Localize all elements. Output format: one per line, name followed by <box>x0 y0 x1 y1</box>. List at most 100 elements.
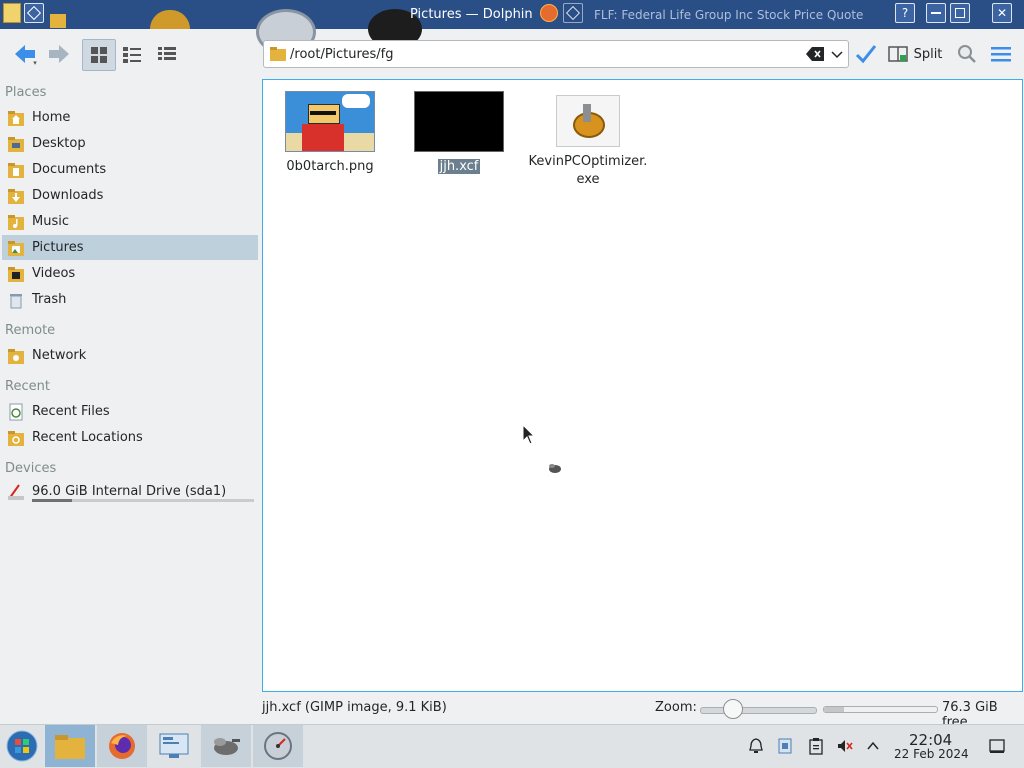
forward-arrow-icon <box>49 45 69 63</box>
desktop-folder-icon <box>50 14 66 28</box>
sidebar-item-label: Recent Locations <box>32 430 143 445</box>
videos-folder-icon <box>8 266 24 282</box>
executable-icon <box>556 95 620 147</box>
sidebar-item-pictures[interactable]: Pictures <box>2 235 258 260</box>
file-name: jjh.xcf <box>437 159 481 174</box>
places-header: Places <box>5 85 47 100</box>
sidebar-item-recent-locations[interactable]: Recent Locations <box>2 425 258 450</box>
recent-locations-icon <box>8 430 24 446</box>
clock-date[interactable]: 22 Feb 2024 <box>894 747 969 761</box>
network-folder-icon <box>8 348 24 364</box>
close-icon: ✕ <box>996 6 1008 20</box>
image-thumbnail <box>285 91 375 152</box>
sidebar-item-network[interactable]: Network <box>2 343 258 368</box>
window-menu-icon[interactable] <box>3 3 21 23</box>
start-menu-button[interactable] <box>0 725 44 767</box>
clipboard-app-icon[interactable] <box>776 737 794 755</box>
show-desktop-icon[interactable] <box>988 737 1006 755</box>
file-item-selected[interactable]: jjh.xcf <box>399 91 519 176</box>
back-history-dropdown[interactable]: ▾ <box>31 58 39 68</box>
chevron-down-icon[interactable] <box>830 45 844 63</box>
taskbar-gimp[interactable] <box>201 725 251 767</box>
close-button[interactable]: ✕ <box>992 3 1012 23</box>
taskbar-firefox[interactable] <box>97 725 147 767</box>
selection-info: jjh.xcf (GIMP image, 9.1 KiB) <box>262 700 447 715</box>
sidebar-item-label: Home <box>32 110 71 125</box>
gimp-icon <box>214 738 240 755</box>
sidebar-item-label: Desktop <box>32 136 86 151</box>
windows-logo-icon <box>6 730 38 762</box>
sidebar-item-label: Music <box>32 214 69 229</box>
file-item[interactable]: 0b0tarch.png <box>270 91 390 176</box>
taskbar-speedometer-app[interactable] <box>253 725 303 767</box>
sidebar-item-trash[interactable]: Trash <box>2 287 258 312</box>
gear-logo-icon <box>150 10 190 29</box>
sidebar-item-label: Recent Files <box>32 404 110 419</box>
notifications-icon[interactable] <box>747 737 765 755</box>
icons-view-button[interactable] <box>82 39 116 71</box>
system-settings-icon <box>159 733 189 758</box>
sidebar-item-label: Downloads <box>32 188 104 203</box>
maximize-button[interactable] <box>950 3 970 23</box>
chevron-up-icon[interactable] <box>864 737 882 755</box>
sidebar-item-documents[interactable]: Documents <box>2 157 258 182</box>
minimize-button[interactable] <box>926 3 946 23</box>
split-label: Split <box>913 46 943 62</box>
location-path[interactable]: /root/Pictures/fg <box>290 47 394 62</box>
sidebar-item-label: Pictures <box>32 240 84 255</box>
sidebar-item-label: Videos <box>32 266 76 281</box>
file-name-line1: KevinPCOptimizer. <box>528 154 648 169</box>
taskbar-system-settings[interactable] <box>149 725 199 767</box>
pictures-folder-icon <box>8 240 24 256</box>
home-folder-icon <box>8 110 24 126</box>
zoom-slider-handle[interactable] <box>723 699 743 719</box>
details-view-button[interactable] <box>153 39 181 69</box>
search-button[interactable] <box>955 39 979 69</box>
compact-view-button[interactable] <box>118 39 146 69</box>
clipboard-icon[interactable] <box>807 737 825 755</box>
help-button[interactable]: ? <box>895 3 915 23</box>
split-view-icon <box>887 46 908 62</box>
devices-header: Devices <box>5 461 57 476</box>
forward-button[interactable] <box>46 39 72 69</box>
recent-files-icon <box>9 403 23 420</box>
file-view[interactable]: 0b0tarch.png jjh.xcf KevinPCOptimizer. e… <box>262 79 1023 692</box>
sidebar-item-desktop[interactable]: Desktop <box>2 131 258 156</box>
sidebar-item-downloads[interactable]: Downloads <box>2 183 258 208</box>
firefox-icon <box>109 733 135 759</box>
sidebar-item-videos[interactable]: Videos <box>2 261 258 286</box>
sidebar-item-recent-files[interactable]: Recent Files <box>2 399 258 424</box>
folder-icon <box>270 47 286 61</box>
folder-icon <box>55 735 85 759</box>
accept-location-button[interactable] <box>853 39 879 69</box>
taskbar-dolphin[interactable] <box>45 725 95 767</box>
file-item[interactable]: KevinPCOptimizer. exe <box>528 95 648 189</box>
remote-header: Remote <box>5 323 56 338</box>
speedometer-icon <box>264 732 292 760</box>
hamburger-menu-icon <box>991 47 1011 62</box>
desktop-folder-icon <box>8 136 24 152</box>
window-title: Pictures — Dolphin <box>410 7 533 22</box>
recent-header: Recent <box>5 379 50 394</box>
black-thumbnail <box>414 91 504 152</box>
split-button[interactable]: Split <box>886 39 944 69</box>
sidebar-item-home[interactable]: Home <box>2 105 258 130</box>
zoom-slider[interactable] <box>700 707 817 714</box>
location-bar[interactable]: /root/Pictures/fg <box>263 40 849 68</box>
volume-muted-icon[interactable] <box>836 737 854 755</box>
title-bar[interactable]: Pictures — Dolphin FLF: Federal Life Gro… <box>0 0 1024 55</box>
file-name-line2: exe <box>576 172 600 187</box>
other-window-title[interactable]: FLF: Federal Life Group Inc Stock Price … <box>594 8 863 22</box>
documents-folder-icon <box>8 162 24 178</box>
keep-above-icon[interactable] <box>24 3 44 23</box>
free-space-fill <box>824 707 845 712</box>
icons-view-icon <box>91 47 107 63</box>
sidebar-item-music[interactable]: Music <box>2 209 258 234</box>
clear-text-icon[interactable] <box>806 47 824 61</box>
search-icon <box>958 45 976 63</box>
sidebar-item-label: Network <box>32 348 87 363</box>
keep-above-icon-2[interactable] <box>563 3 583 23</box>
restore-icon <box>955 8 965 18</box>
hamburger-menu-button[interactable] <box>988 39 1014 69</box>
sidebar-item-label: Documents <box>32 162 107 177</box>
